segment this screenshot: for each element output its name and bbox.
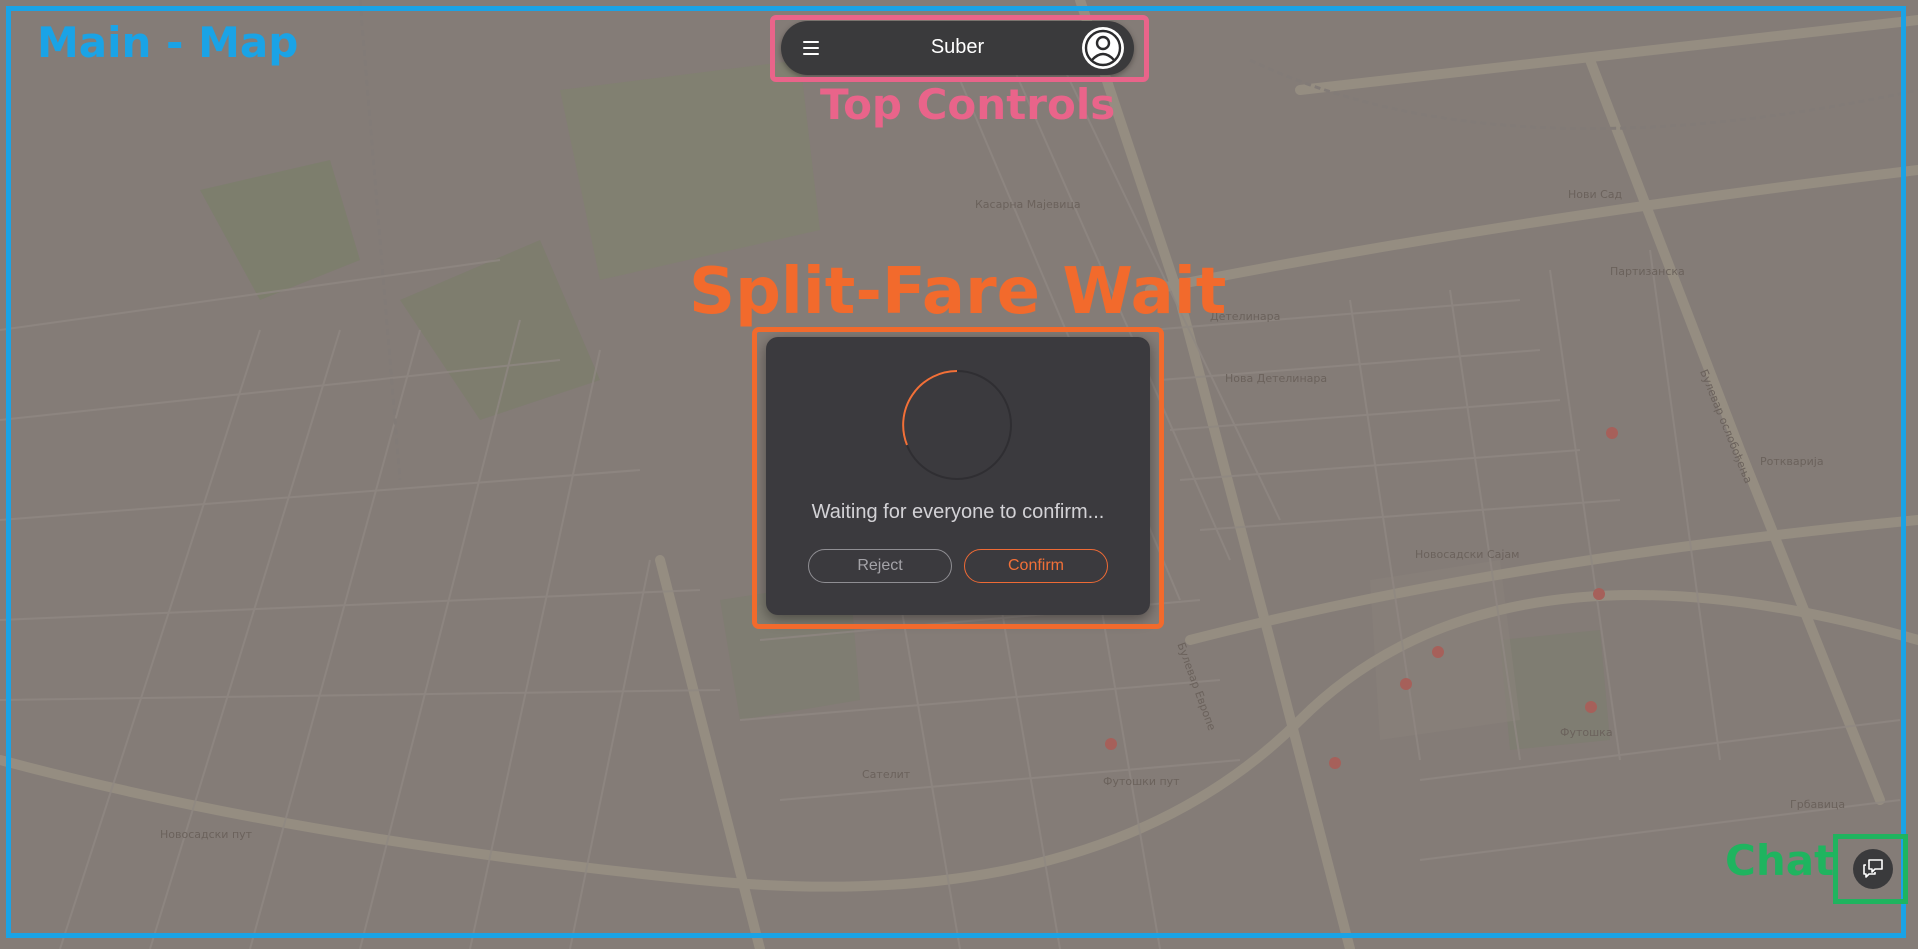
annotation-label-chat: Chat bbox=[1725, 836, 1835, 885]
map-label-rotkvarija: Ротквариja bbox=[1760, 455, 1824, 468]
map-label-satelit: Сателит bbox=[862, 768, 911, 781]
map-label-novosadski-put: Новосадски пут bbox=[160, 828, 253, 841]
reject-button[interactable]: Reject bbox=[808, 549, 952, 583]
map-label-futoska: Футошка bbox=[1560, 726, 1613, 739]
map-label-novi-sad: Нови Сад bbox=[1568, 188, 1623, 201]
map-label-sajam: Новосадски Сајам bbox=[1415, 548, 1520, 561]
map-label-kasarna: Касарна Мајевица bbox=[975, 198, 1081, 211]
map-label-partizanska: Партизанска bbox=[1610, 265, 1685, 278]
split-fare-wait-modal: Waiting for everyone to confirm... Rejec… bbox=[766, 337, 1150, 615]
waiting-message: Waiting for everyone to confirm... bbox=[811, 501, 1105, 523]
map-label-nova-detelinara: Нова Детелинара bbox=[1225, 372, 1328, 385]
map-label-grbavica: Грбавица bbox=[1790, 798, 1846, 811]
confirm-button[interactable]: Confirm bbox=[964, 549, 1108, 583]
annotation-label-split-fare: Split-Fare Wait bbox=[689, 255, 1227, 329]
annotation-label-map: Main - Map bbox=[37, 18, 299, 67]
app-root: Касарна Мајевица Детелинара Нова Детелин… bbox=[0, 0, 1918, 949]
user-avatar-icon[interactable] bbox=[1082, 27, 1124, 69]
chat-button[interactable] bbox=[1853, 849, 1893, 889]
map-label-futoski-put: Футошки пут bbox=[1103, 775, 1180, 788]
loading-spinner-icon bbox=[902, 370, 1012, 480]
chat-bubbles-icon bbox=[1863, 859, 1883, 878]
annotation-label-top-controls: Top Controls bbox=[820, 80, 1116, 129]
top-controls-bar: Suber bbox=[781, 21, 1134, 75]
